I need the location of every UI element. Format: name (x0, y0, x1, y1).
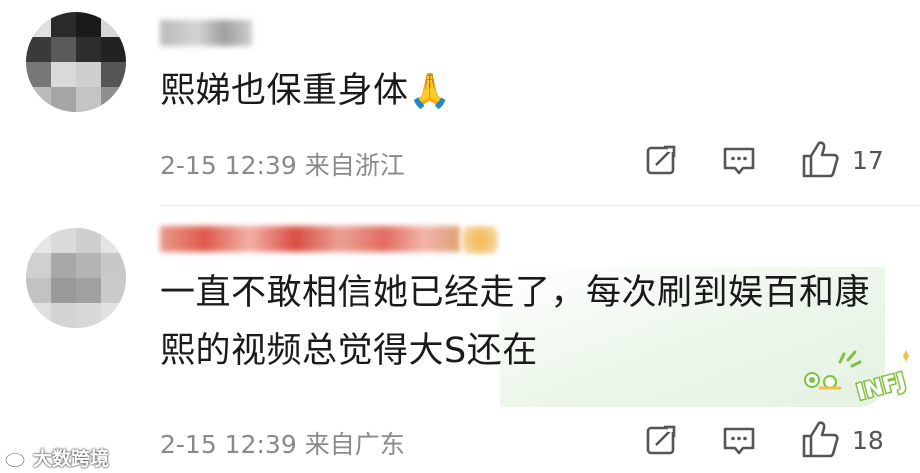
watermark-text: 大数跨境 (33, 448, 110, 470)
like-button[interactable]: 17 (800, 138, 884, 182)
divider (160, 205, 920, 206)
username-redacted[interactable] (160, 20, 252, 46)
comment-meta: 2-15 12:39 来自浙江 (160, 146, 405, 182)
comment-item: 一直不敢相信她已经走了，每次刷到娱百和康 熙的视频总觉得大S还在 INFJ 2-… (0, 212, 920, 473)
username-redacted[interactable] (160, 226, 460, 252)
watermark: 大数跨境 (4, 444, 109, 471)
comment-meta: 2-15 12:39 来自广东 (160, 425, 405, 461)
share-button[interactable] (641, 140, 681, 180)
sticker-text: INFJ (854, 369, 909, 402)
pray-emoji: 🙏 (408, 71, 452, 111)
comment-icon (723, 147, 755, 175)
comment-body-line: 熙的视频总觉得大S还在 (160, 331, 538, 371)
infj-sticker: INFJ (804, 350, 910, 402)
avatar[interactable] (26, 228, 126, 328)
comment-text: 熙娣也保重身体🙏 (160, 62, 451, 120)
like-count: 17 (852, 145, 884, 175)
comment-location: 来自浙江 (304, 151, 405, 180)
avatar[interactable] (26, 12, 126, 112)
comment-time: 2-15 12:39 (160, 151, 297, 180)
share-icon (646, 424, 676, 455)
comment-location: 来自广东 (304, 430, 405, 459)
like-count: 18 (852, 425, 884, 455)
like-button[interactable]: 18 (800, 418, 884, 462)
comment-body: 熙娣也保重身体 (160, 71, 409, 111)
comment-time: 2-15 12:39 (160, 430, 297, 459)
avatar-pixelated (26, 12, 126, 112)
share-icon (646, 144, 676, 175)
comment-button[interactable] (719, 140, 759, 180)
comment-item: 熙娣也保重身体🙏 2-15 12:39 来自浙江 17 (0, 0, 920, 205)
avatar-pixelated (26, 228, 126, 328)
comment-text: 一直不敢相信她已经走了，每次刷到娱百和康 熙的视频总觉得大S还在 (160, 264, 870, 380)
like-icon (802, 141, 839, 178)
comment-button[interactable] (719, 420, 759, 460)
comment-body-line: 一直不敢相信她已经走了，每次刷到娱百和康 (160, 273, 871, 313)
user-badge-icon (462, 226, 498, 254)
comment-icon (723, 427, 755, 455)
share-button[interactable] (641, 420, 681, 460)
weibo-logo-icon (4, 448, 30, 468)
like-icon (802, 421, 839, 458)
